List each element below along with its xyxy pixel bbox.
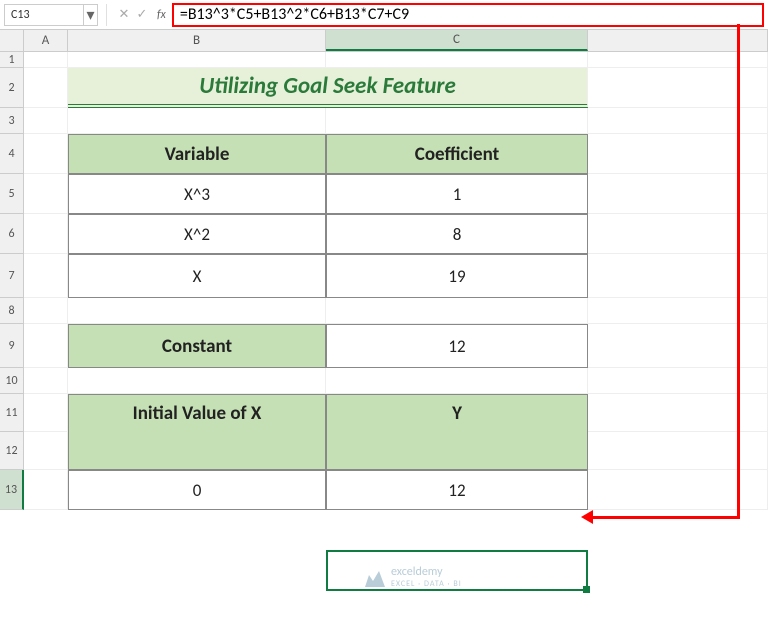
- arrow-head-icon: [581, 510, 593, 524]
- title-cell[interactable]: Utilizing Goal Seek Feature: [68, 68, 588, 108]
- callout-arrow: [737, 24, 740, 518]
- table-cell[interactable]: 8: [326, 214, 588, 254]
- selected-cell[interactable]: 12: [326, 470, 588, 510]
- col-header-D[interactable]: [588, 30, 768, 51]
- formula-bar: C13 ▾ ✕ ✓ fx =B13^3*C5+B13^2*C6+B13*C7+C…: [0, 0, 768, 30]
- select-all-corner[interactable]: [0, 30, 24, 52]
- row-header[interactable]: 7: [0, 254, 24, 298]
- table-cell[interactable]: 12: [326, 324, 588, 368]
- fx-icon[interactable]: fx: [157, 8, 166, 22]
- spreadsheet-grid[interactable]: 1 2 Utilizing Goal Seek Feature 3 4 Vari…: [0, 52, 768, 510]
- row-header[interactable]: 9: [0, 324, 24, 368]
- fill-handle-icon[interactable]: [583, 586, 590, 593]
- name-box[interactable]: C13: [4, 4, 84, 26]
- formula-input[interactable]: =B13^3*C5+B13^2*C6+B13*C7+C9: [172, 3, 764, 27]
- table-header[interactable]: [326, 432, 588, 470]
- table-cell[interactable]: X: [68, 254, 326, 298]
- cancel-icon[interactable]: ✕: [115, 7, 133, 22]
- row-header[interactable]: 4: [0, 134, 24, 174]
- watermark-text: exceldemy: [391, 565, 462, 579]
- col-header-B[interactable]: B: [68, 30, 326, 51]
- row-header[interactable]: 13: [0, 470, 24, 510]
- row-header[interactable]: 1: [0, 52, 24, 68]
- table-cell[interactable]: 19: [326, 254, 588, 298]
- row-header[interactable]: 12: [0, 432, 24, 470]
- name-box-dropdown[interactable]: ▾: [84, 4, 98, 26]
- row-header[interactable]: 6: [0, 214, 24, 254]
- col-header-C[interactable]: C: [326, 30, 588, 51]
- row-header[interactable]: 3: [0, 108, 24, 134]
- table-cell[interactable]: X^3: [68, 174, 326, 214]
- row-header[interactable]: 2: [0, 68, 24, 108]
- row-header[interactable]: 11: [0, 394, 24, 432]
- watermark-icon: [365, 567, 385, 587]
- column-headers: A B C: [0, 30, 768, 52]
- watermark: exceldemy EXCEL · DATA · BI: [365, 565, 462, 589]
- row-header[interactable]: 8: [0, 298, 24, 324]
- callout-arrow: [592, 516, 740, 519]
- table-header[interactable]: Initial Value of X: [68, 394, 326, 432]
- table-header[interactable]: [68, 432, 326, 470]
- table-header[interactable]: Constant: [68, 324, 326, 368]
- table-cell[interactable]: X^2: [68, 214, 326, 254]
- table-header[interactable]: Coefficient: [326, 134, 588, 174]
- enter-icon[interactable]: ✓: [133, 7, 151, 22]
- row-header[interactable]: 10: [0, 368, 24, 394]
- table-cell[interactable]: 1: [326, 174, 588, 214]
- table-header[interactable]: Variable: [68, 134, 326, 174]
- row-header[interactable]: 5: [0, 174, 24, 214]
- watermark-subtext: EXCEL · DATA · BI: [391, 579, 462, 589]
- table-cell[interactable]: 0: [68, 470, 326, 510]
- table-header[interactable]: Y: [326, 394, 588, 432]
- col-header-A[interactable]: A: [24, 30, 68, 51]
